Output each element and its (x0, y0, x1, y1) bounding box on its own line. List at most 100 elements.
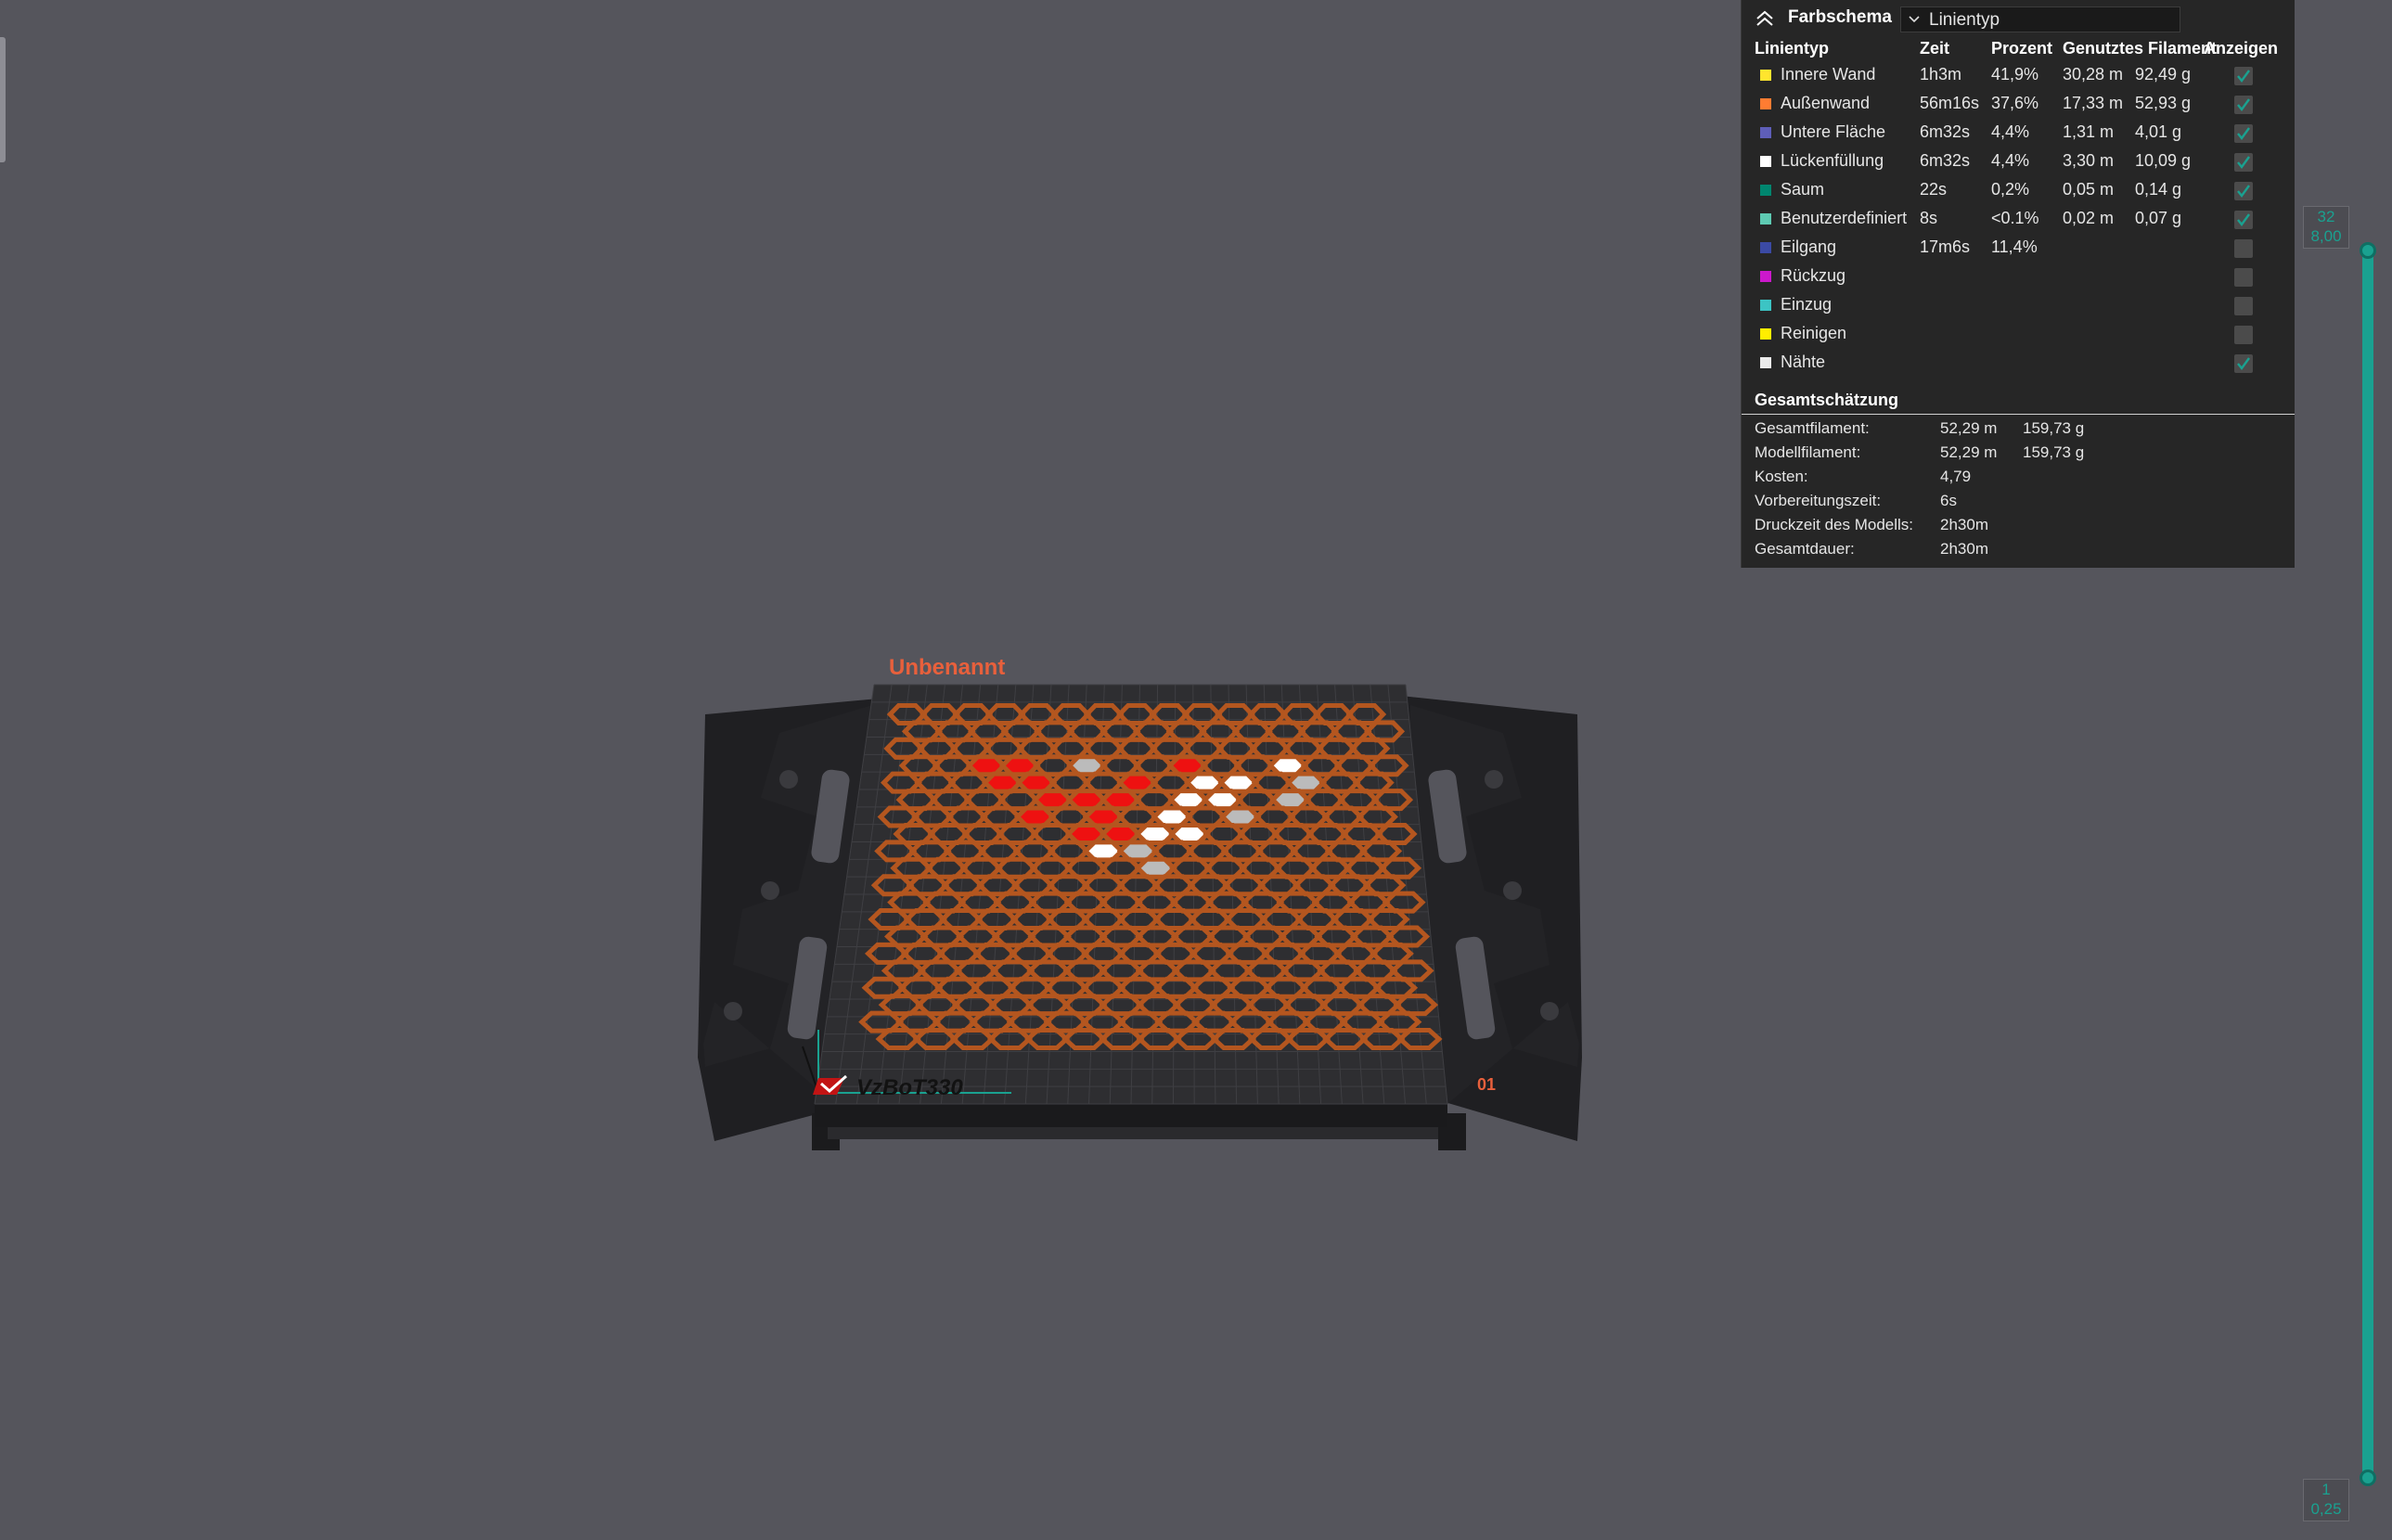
legend-row[interactable]: Innere Wand 1h3m 41,9% 30,28 m 92,49 g (1742, 61, 2295, 90)
totals-row: Gesamtdauer: 2h30m (1742, 540, 2295, 564)
totals-label: Gesamtfilament: (1755, 419, 1870, 437)
color-scheme-label: Farbschema (1788, 7, 1892, 27)
legend-cell-length: 3,30 m (2063, 151, 2115, 170)
show-checkbox[interactable] (2234, 153, 2253, 172)
legend-row[interactable]: Nähte (1742, 349, 2295, 378)
legend-cell-weight: 92,49 g (2135, 65, 2192, 83)
legend-cell-time: 6m32s (1920, 122, 1971, 141)
color-swatch (1760, 357, 1771, 368)
totals-value1: 2h30m (1940, 540, 1988, 558)
legend-cell-time: 1h3m (1920, 65, 1962, 83)
legend-row[interactable]: Reinigen (1742, 320, 2295, 349)
totals-value1: 6s (1940, 492, 1957, 509)
legend-cell-name: Reinigen (1781, 324, 1847, 342)
totals-value1: 2h30m (1940, 516, 1988, 533)
show-checkbox[interactable] (2234, 297, 2253, 315)
color-swatch (1760, 70, 1771, 81)
chevron-up-icon[interactable] (1753, 7, 1777, 30)
legend-cell-name: Einzug (1781, 295, 1833, 314)
legend-row[interactable]: Eilgang 17m6s 11,4% (1742, 234, 2295, 263)
show-checkbox[interactable] (2234, 124, 2253, 143)
color-swatch (1760, 271, 1771, 282)
checkmark-icon (2237, 156, 2250, 169)
legend-cell-percent: 0,2% (1991, 180, 2030, 199)
totals-row: Modellfilament: 52,29 m 159,73 g (1742, 443, 2295, 468)
checkmark-icon (2237, 98, 2250, 111)
totals-row: Vorbereitungszeit: 6s (1742, 492, 2295, 516)
show-checkbox[interactable] (2234, 239, 2253, 258)
totals-value2: 159,73 g (2023, 443, 2085, 461)
legend-row[interactable]: Lückenfüllung 6m32s 4,4% 3,30 m 10,09 g (1742, 148, 2295, 176)
color-swatch (1760, 156, 1771, 167)
legend-cell-name: Innere Wand (1781, 65, 1876, 83)
legend-cell-name: Lückenfüllung (1781, 151, 1884, 170)
legend-cell-time: 22s (1920, 180, 1948, 199)
show-checkbox[interactable] (2234, 211, 2253, 229)
plate-name: Unbenannt (889, 655, 1005, 680)
legend-cell-length: 0,05 m (2063, 180, 2115, 199)
legend-row[interactable]: Benutzerdefiniert 8s <0.1% 0,02 m 0,07 g (1742, 205, 2295, 234)
legend-cell-time: 8s (1920, 209, 1938, 227)
top-layer-badge: 32 8,00 (2303, 206, 2349, 249)
legend-cell-percent: 11,4% (1991, 237, 2038, 256)
legend-row[interactable]: Außenwand 56m16s 37,6% 17,33 m 52,93 g (1742, 90, 2295, 119)
legend-header: Farbschema Linientyp (1742, 0, 2295, 37)
totals-value2: 159,73 g (2023, 419, 2085, 437)
legend-cell-name: Außenwand (1781, 94, 1871, 112)
checkmark-icon (2237, 70, 2250, 83)
column-header-filament: Genutztes Filament (2063, 39, 2218, 58)
legend-row[interactable]: Saum 22s 0,2% 0,05 m 0,14 g (1742, 176, 2295, 205)
legend-cell-length: 30,28 m (2063, 65, 2124, 83)
show-checkbox[interactable] (2234, 67, 2253, 85)
color-swatch (1760, 98, 1771, 109)
legend-row[interactable]: Untere Fläche 6m32s 4,4% 1,31 m 4,01 g (1742, 119, 2295, 148)
show-checkbox[interactable] (2234, 354, 2253, 373)
color-swatch (1760, 127, 1771, 138)
bottom-layer-badge: 1 0,25 (2303, 1479, 2349, 1521)
totals-row: Kosten: 4,79 (1742, 468, 2295, 492)
color-swatch (1760, 300, 1771, 311)
legend-cell-weight: 10,09 g (2135, 151, 2192, 170)
color-swatch (1760, 213, 1771, 225)
checkmark-icon (2237, 185, 2250, 198)
honeycomb-model (858, 703, 1443, 1050)
layer-slider-top-handle[interactable] (2360, 242, 2376, 259)
totals-divider (1742, 414, 2295, 415)
totals-label: Gesamtdauer: (1755, 540, 1855, 558)
legend-row[interactable]: Einzug (1742, 291, 2295, 320)
legend-cell-weight: 4,01 g (2135, 122, 2182, 141)
legend-cell-length: 1,31 m (2063, 122, 2115, 141)
show-checkbox[interactable] (2234, 326, 2253, 344)
legend-cell-percent: 4,4% (1991, 122, 2030, 141)
totals-value1: 52,29 m (1940, 419, 1998, 437)
legend-cell-name: Rückzug (1781, 266, 1846, 285)
checkmark-icon (2237, 213, 2250, 226)
legend-cell-percent: 4,4% (1991, 151, 2030, 170)
color-swatch (1760, 242, 1771, 253)
checkmark-icon (2237, 357, 2250, 370)
show-checkbox[interactable] (2234, 268, 2253, 287)
totals-value1: 52,29 m (1940, 443, 1998, 461)
legend-panel: Farbschema Linientyp Linientyp Zeit Proz… (1741, 0, 2295, 568)
column-header-time: Zeit (1920, 39, 1950, 58)
legend-cell-length: 0,02 m (2063, 209, 2115, 227)
show-checkbox[interactable] (2234, 182, 2253, 200)
legend-cell-time: 17m6s (1920, 237, 1971, 256)
legend-cell-name: Benutzerdefiniert (1781, 209, 1908, 227)
totals-row: Gesamtfilament: 52,29 m 159,73 g (1742, 419, 2295, 443)
layer-slider-track[interactable] (2362, 243, 2373, 1482)
printer-logo-text: VzBoT330 (856, 1075, 963, 1100)
show-checkbox[interactable] (2234, 96, 2253, 114)
bottom-layer-height: 0,25 (2310, 1500, 2342, 1518)
legend-cell-name: Saum (1781, 180, 1825, 199)
layer-slider-bottom-handle[interactable] (2360, 1469, 2376, 1486)
color-swatch (1760, 328, 1771, 340)
totals-label: Vorbereitungszeit: (1755, 492, 1882, 509)
legend-cell-weight: 0,14 g (2135, 180, 2182, 199)
legend-row[interactable]: Rückzug (1742, 263, 2295, 291)
totals-label: Druckzeit des Modells: (1755, 516, 1914, 533)
color-scheme-select[interactable]: Linientyp (1900, 6, 2180, 32)
totals-row: Druckzeit des Modells: 2h30m (1742, 516, 2295, 540)
bottom-layer-number: 1 (2321, 1481, 2331, 1498)
totals-value1: 4,79 (1940, 468, 1972, 485)
